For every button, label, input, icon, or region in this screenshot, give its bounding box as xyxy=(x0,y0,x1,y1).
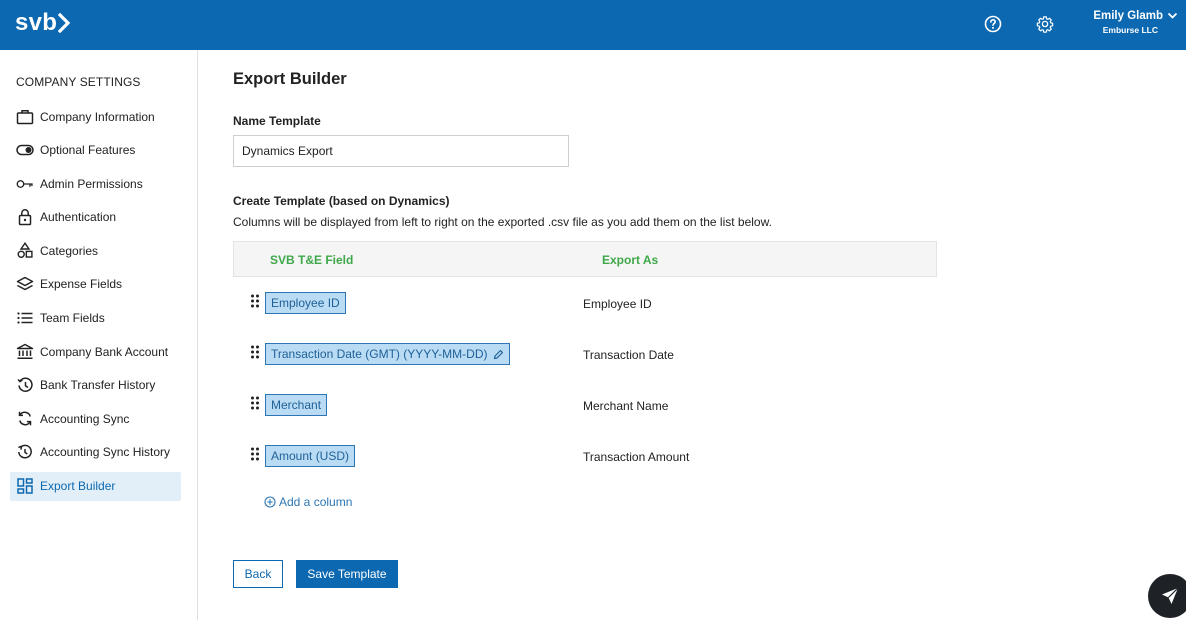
layers-icon xyxy=(16,275,34,293)
add-column-button[interactable]: Add a column xyxy=(264,495,352,509)
plus-circle-icon xyxy=(264,496,276,508)
table-row: Employee ID Employee ID xyxy=(233,292,937,316)
page-title: Export Builder xyxy=(233,70,347,88)
drag-handle-icon[interactable] xyxy=(250,396,262,412)
drag-handle-icon[interactable] xyxy=(250,345,262,361)
export-as-value: Transaction Date xyxy=(583,348,674,362)
grid-icon xyxy=(16,477,34,495)
field-chip[interactable]: Amount (USD) xyxy=(265,445,356,467)
sidebar-item-team-fields[interactable]: Team Fields xyxy=(10,304,181,333)
sidebar-item-authentication[interactable]: Authentication xyxy=(10,203,181,232)
svb-logo[interactable]: svb xyxy=(15,9,71,37)
lock-icon xyxy=(16,208,34,226)
sidebar-item-label: Authentication xyxy=(40,210,117,225)
logo-chevron-icon xyxy=(58,13,71,33)
sync-icon xyxy=(16,410,34,428)
export-as-value: Merchant Name xyxy=(583,399,669,413)
name-template-label: Name Template xyxy=(233,114,321,128)
sidebar-item-expense-fields[interactable]: Expense Fields xyxy=(10,270,181,299)
sidebar-title: COMPANY SETTINGS xyxy=(16,75,141,89)
table-row: Transaction Date (GMT) (YYYY-MM-DD) Tran… xyxy=(233,343,937,367)
top-bar: svb Emily Glamb Emburse LLC xyxy=(0,0,1186,50)
pencil-icon[interactable] xyxy=(493,349,504,360)
columns-table-header: SVB T&E Field Export As xyxy=(233,241,937,277)
name-template-input[interactable] xyxy=(233,135,569,167)
briefcase-icon xyxy=(16,108,34,126)
save-template-button[interactable]: Save Template xyxy=(296,560,398,588)
export-as-value: Transaction Amount xyxy=(583,450,690,464)
add-column-label: Add a column xyxy=(279,495,353,509)
field-chip-label: Transaction Date (GMT) (YYYY-MM-DD) xyxy=(271,347,488,361)
sidebar-item-label: Expense Fields xyxy=(40,277,123,292)
sidebar-item-company-information[interactable]: Company Information xyxy=(10,102,181,131)
sidebar-item-label: Accounting Sync History xyxy=(40,445,171,460)
sidebar-item-label: Admin Permissions xyxy=(40,176,143,191)
sidebar-nav: Company Information Optional Features Ad… xyxy=(10,102,181,505)
help-icon[interactable] xyxy=(982,13,1004,35)
field-chip-label: Merchant xyxy=(271,398,322,412)
bank-icon xyxy=(16,343,34,361)
header-export-as: Export As xyxy=(602,253,659,267)
field-chip-label: Amount (USD) xyxy=(271,449,350,463)
history-icon xyxy=(16,376,34,394)
sidebar-item-label: Bank Transfer History xyxy=(40,378,156,393)
field-chip[interactable]: Employee ID xyxy=(265,292,346,314)
list-icon xyxy=(16,309,34,327)
sync-history-icon xyxy=(16,443,34,461)
sidebar-item-label: Accounting Sync xyxy=(40,411,130,426)
sidebar: COMPANY SETTINGS Company Information Opt… xyxy=(0,50,198,620)
create-template-label: Create Template (based on Dynamics) xyxy=(233,194,450,208)
sidebar-item-company-bank-account[interactable]: Company Bank Account xyxy=(10,337,181,366)
sidebar-item-export-builder[interactable]: Export Builder xyxy=(10,471,181,501)
sidebar-item-accounting-sync-history[interactable]: Accounting Sync History xyxy=(10,438,181,467)
header-svb-field: SVB T&E Field xyxy=(270,253,354,267)
sidebar-item-bank-transfer-history[interactable]: Bank Transfer History xyxy=(10,371,181,400)
sidebar-item-label: Company Bank Account xyxy=(40,344,169,359)
sidebar-item-label: Export Builder xyxy=(40,479,116,494)
drag-handle-icon[interactable] xyxy=(250,447,262,463)
field-chip[interactable]: Transaction Date (GMT) (YYYY-MM-DD) xyxy=(265,343,511,365)
user-company: Emburse LLC xyxy=(1102,25,1158,35)
template-description: Columns will be displayed from left to r… xyxy=(233,215,772,229)
sidebar-item-label: Company Information xyxy=(40,109,155,124)
sidebar-item-accounting-sync[interactable]: Accounting Sync xyxy=(10,404,181,433)
user-menu[interactable]: Emily Glamb Emburse LLC xyxy=(1090,10,1178,35)
table-row: Merchant Merchant Name xyxy=(233,394,937,418)
back-button[interactable]: Back xyxy=(233,560,283,588)
sidebar-item-optional-features[interactable]: Optional Features xyxy=(10,136,181,165)
sidebar-item-admin-permissions[interactable]: Admin Permissions xyxy=(10,169,181,198)
assistant-launcher-button[interactable] xyxy=(1148,574,1186,618)
field-chip-label: Employee ID xyxy=(271,296,340,310)
drag-handle-icon[interactable] xyxy=(250,294,262,310)
chevron-down-icon xyxy=(1167,12,1178,19)
sidebar-item-label: Team Fields xyxy=(40,311,105,326)
shapes-icon xyxy=(16,242,34,260)
toggle-icon xyxy=(16,141,34,159)
user-name: Emily Glamb xyxy=(1093,10,1163,22)
key-icon xyxy=(16,175,34,193)
logo-text: svb xyxy=(15,9,58,36)
paper-plane-icon xyxy=(1162,587,1179,604)
gear-icon[interactable] xyxy=(1034,13,1056,35)
field-chip[interactable]: Merchant xyxy=(265,394,328,416)
sidebar-item-label: Categories xyxy=(40,243,99,258)
sidebar-item-label: Optional Features xyxy=(40,143,136,158)
sidebar-item-categories[interactable]: Categories xyxy=(10,236,181,265)
table-row: Amount (USD) Transaction Amount xyxy=(233,445,937,469)
export-as-value: Employee ID xyxy=(583,297,652,311)
